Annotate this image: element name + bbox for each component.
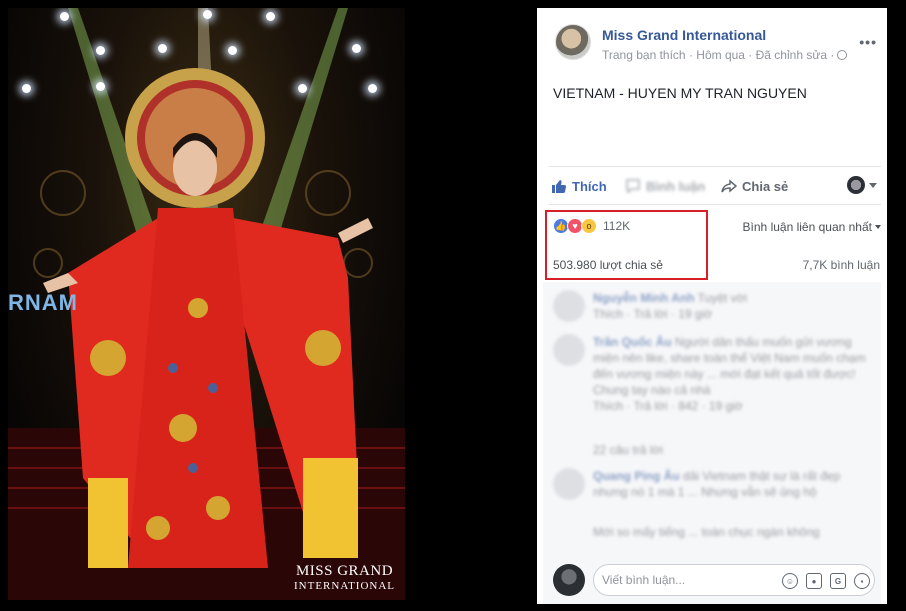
stage-light <box>352 44 361 53</box>
comment-meta: Thích · Trả lời · 19 giờ <box>593 307 713 321</box>
post-meta-text: Trang bạn thích · Hôm qua · Đã chỉnh sửa… <box>602 48 835 62</box>
comment-item: Mới so mấy tiếng ... toàn chục ngàn khôn… <box>553 524 873 540</box>
post-actions: Thích Bình luận Chia sẻ <box>549 172 881 200</box>
share-button[interactable]: Chia sẻ <box>721 178 788 194</box>
more-options-icon[interactable]: ••• <box>859 34 877 50</box>
like-button[interactable]: Thích <box>551 178 607 194</box>
comment-text: Tuyệt vời <box>697 291 748 305</box>
share-icon <box>721 179 737 193</box>
replies-text: 22 câu trả lời <box>593 443 663 457</box>
comments-list: Nguyễn Minh Anh Tuyệt vời Thích · Trả lời… <box>543 282 881 558</box>
stage-light <box>228 46 237 55</box>
stage-screen-text: RNAM <box>8 290 78 315</box>
post-text: VIETNAM - HUYEN MY TRAN NGUYEN <box>553 85 807 101</box>
logo-sub: INTERNATIONAL <box>294 580 395 592</box>
sticker-icon[interactable]: ▪ <box>854 573 870 589</box>
reactions-count: 112K <box>603 219 631 233</box>
audience-avatar <box>847 176 865 194</box>
comment-label: Bình luận <box>646 178 706 194</box>
commenter-avatar[interactable] <box>553 334 585 366</box>
stage-light <box>96 82 105 91</box>
stage-light <box>22 84 31 93</box>
comment-author[interactable]: Quang Ping Âu <box>593 469 680 483</box>
emoji-icon[interactable]: ☺ <box>782 573 798 589</box>
share-label: Chia sẻ <box>742 178 789 194</box>
page-name-link[interactable]: Miss Grand International <box>602 27 766 43</box>
chevron-down-icon <box>875 225 881 229</box>
stage-light <box>96 46 105 55</box>
comment-sort-dropdown[interactable]: Bình luận liên quan nhất <box>743 220 881 234</box>
divider <box>549 204 881 205</box>
screen: RNAM MISS GRAND INTERNATIONAL Miss Grand… <box>0 0 906 611</box>
stage-light <box>298 84 307 93</box>
like-label: Thích <box>572 178 607 194</box>
logo-main: MISS GRAND <box>295 563 394 579</box>
comment-author[interactable]: Nguyễn Minh Anh <box>593 291 695 305</box>
stage-light <box>203 10 212 19</box>
reactions-summary[interactable]: 👍 ♥ o 112K <box>553 218 630 234</box>
thumbs-up-icon <box>552 180 567 193</box>
comment-input[interactable] <box>602 573 772 587</box>
stage-light <box>60 12 69 21</box>
miss-grand-logo: MISS GRAND INTERNATIONAL <box>294 563 395 592</box>
audience-selector[interactable] <box>847 176 877 194</box>
camera-icon[interactable]: ● <box>806 573 822 589</box>
my-avatar <box>553 564 585 596</box>
comment-sort-label: Bình luận liên quan nhất <box>742 220 872 234</box>
comment-text: Mới so mấy tiếng ... toàn chục ngàn khôn… <box>593 525 820 539</box>
post-photo[interactable]: RNAM MISS GRAND INTERNATIONAL <box>8 8 405 600</box>
post-meta: Trang bạn thích · Hôm qua · Đã chỉnh sửa… <box>602 48 848 62</box>
stage-light <box>368 84 377 93</box>
comment-composer: ☺ ● G ▪ <box>543 558 881 604</box>
comment-item: Trần Quốc Âu Người dân thấu muốn gửi vươ… <box>553 334 873 414</box>
commenter-avatar[interactable] <box>553 468 585 500</box>
comment-icon <box>626 179 640 194</box>
gif-icon[interactable]: G <box>830 573 846 589</box>
divider <box>549 166 881 167</box>
chevron-down-icon <box>869 182 877 188</box>
commenter-avatar[interactable] <box>553 290 585 322</box>
page-avatar[interactable] <box>555 24 591 60</box>
stage-light <box>158 44 167 53</box>
photo-viewer-gap <box>405 0 537 611</box>
comments-count[interactable]: 7,7K bình luận <box>803 258 880 272</box>
globe-icon <box>837 50 848 60</box>
wow-reaction-icon: o <box>581 218 597 234</box>
shares-count[interactable]: 503.980 lượt chia sẻ <box>553 258 663 272</box>
comment-item: Quang Ping Âu dải Vietnam thật sự là rất… <box>553 468 873 500</box>
post-panel: Miss Grand International Trang bạn thích… <box>537 8 887 604</box>
comment-meta: Thích · Trả lời · 842 · 19 giờ <box>593 399 743 413</box>
comment-input-wrapper[interactable]: ☺ ● G ▪ <box>593 564 875 596</box>
comment-author[interactable]: Trần Quốc Âu <box>593 335 672 349</box>
stage-light <box>266 12 275 21</box>
comment-item: Nguyễn Minh Anh Tuyệt vời Thích · Trả lời… <box>553 290 873 322</box>
replies-link[interactable]: 22 câu trả lời <box>553 442 873 458</box>
